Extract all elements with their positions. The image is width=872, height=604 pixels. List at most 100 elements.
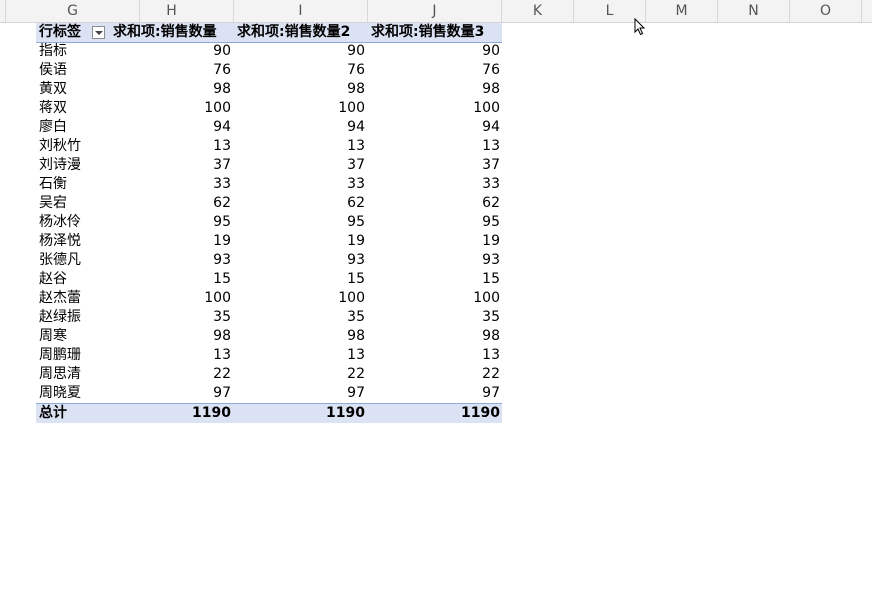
value-cell[interactable]: 95 xyxy=(368,213,502,232)
value-cell[interactable]: 35 xyxy=(234,308,368,327)
row-label[interactable]: 赵绿振 xyxy=(36,308,110,327)
value-cell[interactable]: 98 xyxy=(368,80,502,99)
table-row: 刘诗漫 37 37 37 xyxy=(36,156,502,175)
column-header-n[interactable]: N xyxy=(718,0,790,22)
grand-total-label[interactable]: 总计 xyxy=(36,404,110,423)
row-label[interactable]: 周寒 xyxy=(36,327,110,346)
value-cell[interactable]: 98 xyxy=(368,327,502,346)
value-cell[interactable]: 13 xyxy=(368,137,502,156)
filter-dropdown-icon[interactable] xyxy=(92,26,105,39)
grand-total-value[interactable]: 1190 xyxy=(234,404,368,423)
value-cell[interactable]: 15 xyxy=(234,270,368,289)
value-cell[interactable]: 62 xyxy=(234,194,368,213)
row-label[interactable]: 廖白 xyxy=(36,118,110,137)
value-cell[interactable]: 15 xyxy=(368,270,502,289)
row-label[interactable]: 吴宕 xyxy=(36,194,110,213)
value-cell[interactable]: 76 xyxy=(368,61,502,80)
value-cell[interactable]: 97 xyxy=(234,384,368,403)
value-cell[interactable]: 13 xyxy=(234,137,368,156)
value-cell[interactable]: 19 xyxy=(368,232,502,251)
value-cell[interactable]: 94 xyxy=(234,118,368,137)
value-cell[interactable]: 37 xyxy=(234,156,368,175)
row-label[interactable]: 黄双 xyxy=(36,80,110,99)
value-cell[interactable]: 100 xyxy=(234,99,368,118)
column-header-i[interactable]: I xyxy=(234,0,368,22)
value-cell[interactable]: 15 xyxy=(110,270,234,289)
value-cell[interactable]: 98 xyxy=(110,80,234,99)
table-row: 石衡 33 33 33 xyxy=(36,175,502,194)
row-label[interactable]: 石衡 xyxy=(36,175,110,194)
value-cell[interactable]: 62 xyxy=(110,194,234,213)
value-cell[interactable]: 13 xyxy=(234,346,368,365)
sum-sales-qty-header[interactable]: 求和项:销售数量 xyxy=(110,23,234,42)
value-cell[interactable]: 33 xyxy=(368,175,502,194)
value-cell[interactable]: 33 xyxy=(234,175,368,194)
column-header-j[interactable]: J xyxy=(368,0,502,22)
value-cell[interactable]: 76 xyxy=(110,61,234,80)
value-cell[interactable]: 93 xyxy=(110,251,234,270)
value-cell[interactable]: 13 xyxy=(110,137,234,156)
value-cell[interactable]: 13 xyxy=(368,346,502,365)
value-cell[interactable]: 98 xyxy=(234,80,368,99)
value-cell[interactable]: 97 xyxy=(368,384,502,403)
row-label[interactable]: 周晓夏 xyxy=(36,384,110,403)
column-header-o[interactable]: O xyxy=(790,0,862,22)
value-cell[interactable]: 98 xyxy=(234,327,368,346)
table-row: 赵谷 15 15 15 xyxy=(36,270,502,289)
row-label[interactable]: 杨冰伶 xyxy=(36,213,110,232)
row-label[interactable]: 周思清 xyxy=(36,365,110,384)
column-header-bar: F G H I J K L M N O xyxy=(0,0,872,23)
value-cell[interactable]: 76 xyxy=(234,61,368,80)
column-header-m[interactable]: M xyxy=(646,0,718,22)
value-cell[interactable]: 93 xyxy=(368,251,502,270)
value-cell[interactable]: 100 xyxy=(368,99,502,118)
row-label[interactable]: 刘秋竹 xyxy=(36,137,110,156)
column-header-h[interactable]: H xyxy=(110,0,234,22)
row-label[interactable]: 赵谷 xyxy=(36,270,110,289)
value-cell[interactable]: 37 xyxy=(368,156,502,175)
table-row: 张德凡 93 93 93 xyxy=(36,251,502,270)
value-cell[interactable]: 19 xyxy=(234,232,368,251)
value-cell[interactable]: 93 xyxy=(234,251,368,270)
value-cell[interactable]: 100 xyxy=(110,289,234,308)
value-cell[interactable]: 37 xyxy=(110,156,234,175)
value-cell[interactable]: 22 xyxy=(110,365,234,384)
row-label[interactable]: 蒋双 xyxy=(36,99,110,118)
value-cell[interactable]: 95 xyxy=(110,213,234,232)
value-cell[interactable]: 95 xyxy=(234,213,368,232)
grand-total-value[interactable]: 1190 xyxy=(110,404,234,423)
value-cell[interactable]: 90 xyxy=(110,42,234,61)
value-cell[interactable]: 100 xyxy=(234,289,368,308)
row-label[interactable]: 杨泽悦 xyxy=(36,232,110,251)
column-header-k[interactable]: K xyxy=(502,0,574,22)
value-cell[interactable]: 94 xyxy=(368,118,502,137)
value-cell[interactable]: 98 xyxy=(110,327,234,346)
value-cell[interactable]: 100 xyxy=(110,99,234,118)
table-row: 周晓夏 97 97 97 xyxy=(36,384,502,403)
table-row: 指标 90 90 90 xyxy=(36,42,502,61)
value-cell[interactable]: 100 xyxy=(368,289,502,308)
value-cell[interactable]: 90 xyxy=(234,42,368,61)
value-cell[interactable]: 97 xyxy=(110,384,234,403)
value-cell[interactable]: 22 xyxy=(234,365,368,384)
value-cell[interactable]: 33 xyxy=(110,175,234,194)
value-cell[interactable]: 94 xyxy=(110,118,234,137)
value-cell[interactable]: 62 xyxy=(368,194,502,213)
grand-total-row: 总计 1190 1190 1190 xyxy=(36,403,502,423)
value-cell[interactable]: 90 xyxy=(368,42,502,61)
row-label[interactable]: 赵杰蕾 xyxy=(36,289,110,308)
value-cell[interactable]: 13 xyxy=(110,346,234,365)
row-label[interactable]: 周鹏珊 xyxy=(36,346,110,365)
value-cell[interactable]: 22 xyxy=(368,365,502,384)
value-cell[interactable]: 35 xyxy=(110,308,234,327)
sum-sales-qty2-header[interactable]: 求和项:销售数量2 xyxy=(234,23,368,42)
table-row: 周思清 22 22 22 xyxy=(36,365,502,384)
value-cell[interactable]: 19 xyxy=(110,232,234,251)
row-label[interactable]: 侯语 xyxy=(36,61,110,80)
row-label[interactable]: 张德凡 xyxy=(36,251,110,270)
sum-sales-qty3-header[interactable]: 求和项:销售数量3 xyxy=(368,23,502,42)
row-label[interactable]: 刘诗漫 xyxy=(36,156,110,175)
value-cell[interactable]: 35 xyxy=(368,308,502,327)
row-label[interactable]: 指标 xyxy=(36,42,110,61)
grand-total-value[interactable]: 1190 xyxy=(368,404,502,423)
